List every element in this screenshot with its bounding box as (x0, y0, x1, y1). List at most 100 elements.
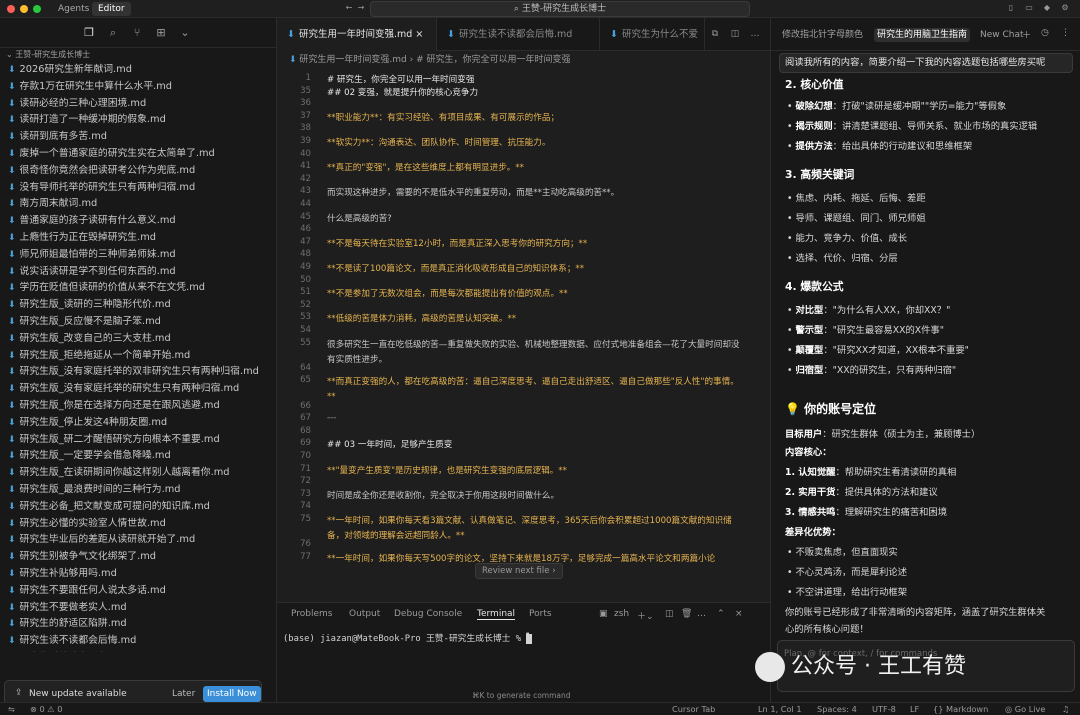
problems-count[interactable]: ⊗ 0 ⚠ 0 (30, 704, 62, 714)
language-mode[interactable]: {} Markdown (933, 704, 988, 714)
file-list-item[interactable]: ⬇ 研究生版_在读研期间你越这样别人越离看你.md (0, 465, 276, 482)
file-list-item[interactable]: ⬇ 研究生版_反应慢不是脑子笨.md (0, 314, 276, 331)
tab-file-3[interactable]: ⬇ 研究生为什么不爱 (600, 18, 705, 51)
code-editor[interactable]: 1 # 研究生，你完全可以用一年时间变强 35 ## 02 变强，就是提升你的核心竞争… (277, 69, 770, 614)
more-actions-icon[interactable]: … (749, 28, 761, 40)
close-icon[interactable]: × (415, 29, 423, 40)
chevron-down-icon[interactable]: ⌄ (178, 26, 192, 40)
file-list-item[interactable]: ⬇ 读研到底有多苦.md (0, 129, 276, 146)
explorer-files-icon[interactable]: ❐ (82, 26, 96, 40)
more-actions-icon[interactable]: ⋮ (1061, 28, 1070, 38)
trash-icon[interactable]: 🗑 (681, 609, 692, 619)
file-list-item[interactable]: ⬇ 说实话读研是学不到任何东西的.md (0, 264, 276, 281)
split-editor-icon[interactable]: ◫ (729, 28, 741, 40)
file-list-item[interactable]: ⬇研究生对待论文要有 (0, 650, 276, 653)
tab-output[interactable]: Output (349, 609, 380, 619)
markdown-file-icon: ⬇ (8, 451, 16, 462)
settings-gear-icon[interactable]: ⚙ (1060, 3, 1070, 13)
agents-tab[interactable]: Agents (52, 2, 95, 16)
tab-debug-console[interactable]: Debug Console (394, 609, 462, 619)
file-list-item[interactable]: ⬇ 研究生别被争气文化绑架了.md (0, 549, 276, 566)
file-list-item[interactable]: ⬇ 师兄师姐最怕带的三种师弟师妹.md (0, 247, 276, 264)
maximize-window-button[interactable] (33, 5, 41, 13)
close-window-button[interactable] (7, 5, 15, 13)
tab-terminal[interactable]: Terminal (477, 609, 516, 620)
later-button[interactable]: Later (172, 689, 195, 699)
toggle-panel-icon[interactable]: ▭ (1024, 3, 1034, 13)
line-text: --- (327, 413, 337, 424)
encoding[interactable]: UTF-8 (872, 704, 896, 714)
user-query[interactable]: 阅读我所有的内容，简要介绍一下我的内容选题包括哪些房买呢 (779, 53, 1073, 73)
more-actions-icon[interactable]: … (697, 609, 706, 619)
breadcrumb-file[interactable]: 研究生用一年时间变强.md (299, 55, 406, 65)
file-list-item[interactable]: ⬇ 废掉一个普通家庭的研究生实在太简单了.md (0, 146, 276, 163)
cursor-tab-status[interactable]: Cursor Tab (672, 704, 715, 714)
file-list-item[interactable]: ⬇ 研究生毕业后的差距从读研就开始了.md (0, 532, 276, 549)
chat-tab-1[interactable]: 修改指北针字母颜色 (779, 28, 866, 42)
file-list-item[interactable]: ⬇ 研究生版_改变自己的三大支柱.md (0, 331, 276, 348)
file-list-item[interactable]: ⬇ 研究生版_停止发这4种朋友圈.md (0, 415, 276, 432)
open-preview-icon[interactable]: ⧉ (709, 28, 721, 40)
add-chat-icon[interactable]: ＋ (1022, 28, 1031, 41)
extensions-icon[interactable]: ◆ (1042, 3, 1052, 13)
tab-ports[interactable]: Ports (529, 609, 552, 619)
file-list-item[interactable]: ⬇ 研究生版_一定要学会借急降噪.md (0, 448, 276, 465)
tab-file-2[interactable]: ⬇ 研究生读不读都会后悔.md (437, 18, 600, 51)
tab-active-file[interactable]: ⬇ 研究生用一年时间变强.md × (277, 18, 437, 51)
remote-icon[interactable]: ⇋ (8, 704, 15, 714)
toggle-sidebar-icon[interactable]: ▯ (1006, 3, 1016, 13)
review-next-file-hint[interactable]: Review next file › (475, 563, 563, 579)
file-list-item[interactable]: ⬇ 研究生读不读都会后悔.md (0, 633, 276, 650)
tab-problems[interactable]: Problems (291, 609, 332, 619)
file-list-item[interactable]: ⬇ 很奇怪你竟然会把读研考公作为兜底.md (0, 163, 276, 180)
file-list-item[interactable]: ⬇ 学历在贬值但读研的价值从来不在文凭.md (0, 280, 276, 297)
forward-arrow-icon[interactable]: → (356, 3, 366, 13)
file-list-item[interactable]: ⬇ 研究生版_最浪费时间的三种行为.md (0, 482, 276, 499)
file-list-item[interactable]: ⬇ 研究生必懂的实验室人情世故.md (0, 516, 276, 533)
maximize-panel-icon[interactable]: ⌃ (717, 609, 725, 619)
breadcrumb-symbol[interactable]: # 研究生，你完全可以用一年时间变强 (416, 55, 570, 65)
chat-tab-2[interactable]: 研究生的用脑卫生指南 (874, 28, 971, 42)
file-list-item[interactable]: ⬇ 研究生版_研二才醒悟研究方向根本不重要.md (0, 432, 276, 449)
file-list-item[interactable]: ⬇ 研究生补贴够用吗.md (0, 566, 276, 583)
source-control-icon[interactable]: ⑂ (130, 26, 144, 40)
editor-tab[interactable]: Editor (92, 2, 131, 16)
file-list-item[interactable]: ⬇ 没有导师托举的研究生只有两种归宿.md (0, 180, 276, 197)
extensions-icon[interactable]: ⊞ (154, 26, 168, 40)
file-list-item[interactable]: ⬇ 研究生版_读研的三种隐形代价.md (0, 297, 276, 314)
history-icon[interactable]: ◷ (1041, 28, 1049, 38)
split-terminal-icon[interactable]: ◫ (665, 609, 674, 619)
file-list-item[interactable]: ⬇ 研究生版_没有家庭托举的研究生只有两种归宿.md (0, 381, 276, 398)
file-list-item[interactable]: ⬇ 研究生不要做老实人.md (0, 600, 276, 617)
line-ending[interactable]: LF (910, 704, 919, 714)
file-list-item[interactable]: ⬇ 普通家庭的孩子读研有什么意义.md (0, 213, 276, 230)
shell-name[interactable]: zsh (614, 609, 629, 619)
workspace-folder-header[interactable]: ⌄ 王赞-研究生成长博士 (0, 48, 276, 62)
indentation[interactable]: Spaces: 4 (817, 704, 857, 714)
chat-tab-new[interactable]: New Chat (977, 28, 1027, 42)
minimize-window-button[interactable] (20, 5, 28, 13)
command-center[interactable]: ⌕ 王赞-研究生成长博士 (370, 1, 750, 17)
bell-icon: ⇪ (15, 688, 23, 698)
file-list-item[interactable]: ⬇ 上瘾性行为正在毁掉研究生.md (0, 230, 276, 247)
file-list-item[interactable]: ⬇ 研究生的舒适区陷阱.md (0, 616, 276, 633)
go-live-button[interactable]: ◎ Go Live (1005, 704, 1045, 714)
file-list-item[interactable]: ⬇ 南方周末献词.md (0, 196, 276, 213)
file-list-item[interactable]: ⬇ 读研必经的三种心理困境.md (0, 96, 276, 113)
close-icon[interactable]: × (735, 609, 743, 619)
file-list-item[interactable]: ⬇ 研究生必备_把文献变成可提问的知识库.md (0, 499, 276, 516)
add-terminal-icon[interactable]: ＋⌄ (637, 609, 654, 622)
file-list-item[interactable]: ⬇ 研究生版_你是在选择方向还是在跟风逃避.md (0, 398, 276, 415)
file-list-item[interactable]: ⬇ 研究生不要跟任何人说太多话.md (0, 583, 276, 600)
notifications-bell-icon[interactable]: ♫ (1062, 704, 1069, 714)
file-list-item[interactable]: ⬇ 研究生版_拒绝拖延从一个简单开始.md (0, 348, 276, 365)
back-arrow-icon[interactable]: ← (344, 3, 354, 13)
file-list-item[interactable]: ⬇ 读研打造了一种缓冲期的假象.md (0, 112, 276, 129)
file-list-item[interactable]: ⬇ 研究生版_没有家庭托举的双非研究生只有两种归宿.md (0, 364, 276, 381)
file-list-item[interactable]: ⬇ 2026研究生新年献词.md (0, 62, 276, 79)
cursor-position[interactable]: Ln 1, Col 1 (758, 704, 802, 714)
search-icon[interactable]: ⌕ (106, 26, 120, 40)
file-list-item[interactable]: ⬇ 存款1万在研究生中算什么水平.md (0, 79, 276, 96)
terminal-output[interactable]: (base) jiazan@MateBook-Pro 王赞-研究生成长博士 % … (283, 631, 532, 644)
install-now-button[interactable]: Install Now (203, 686, 261, 702)
